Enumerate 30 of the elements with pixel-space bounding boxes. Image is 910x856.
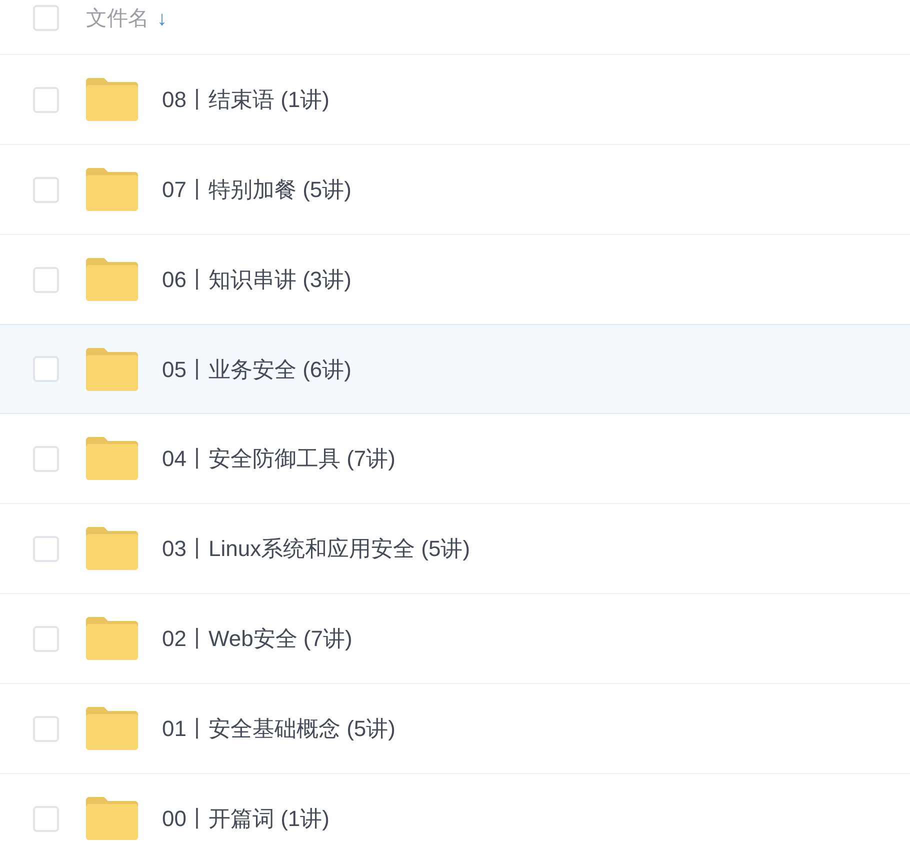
checkbox[interactable] xyxy=(33,266,59,292)
folder-name: 01丨安全基础概念 (5讲) xyxy=(162,715,396,743)
folder-name: 08丨结束语 (1讲) xyxy=(162,86,330,114)
folder-name: 07丨特别加餐 (5讲) xyxy=(162,176,352,204)
checkbox[interactable] xyxy=(33,536,59,562)
folder-icon xyxy=(86,617,138,660)
checkbox[interactable] xyxy=(33,5,59,31)
folder-icon xyxy=(86,437,138,480)
folder-icon xyxy=(86,348,138,390)
folder-name: 02丨Web安全 (7讲) xyxy=(162,625,352,653)
checkbox[interactable] xyxy=(33,716,59,742)
sort-arrow[interactable]: ↓ xyxy=(157,5,167,33)
checkbox[interactable] xyxy=(33,446,59,472)
checkbox[interactable] xyxy=(33,806,59,832)
folder-icon xyxy=(86,168,138,211)
folder-name: 00丨开篇词 (1讲) xyxy=(162,805,330,833)
folder-row[interactable]: 05丨业务安全 (6讲) xyxy=(0,324,910,414)
folder-name: 03丨Linux系统和应用安全 (5讲) xyxy=(162,535,470,563)
folder-name: 04丨安全防御工具 (7讲) xyxy=(162,445,396,473)
folder-name: 05丨业务安全 (6讲) xyxy=(162,356,352,384)
checkbox[interactable] xyxy=(33,86,59,112)
folder-icon xyxy=(86,707,138,750)
folder-icon xyxy=(86,78,138,121)
folder-icon xyxy=(86,258,138,301)
checkbox[interactable] xyxy=(33,626,59,652)
folder-name: 06丨知识串讲 (3讲) xyxy=(162,266,352,294)
folder-icon xyxy=(86,797,138,840)
folder-icon xyxy=(86,527,138,570)
checkbox[interactable] xyxy=(33,356,59,382)
checkbox[interactable] xyxy=(33,176,59,202)
